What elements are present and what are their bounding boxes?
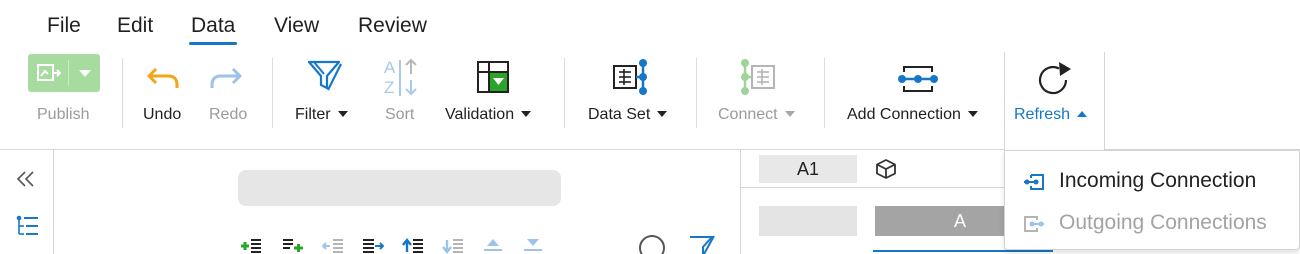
chevron-down-icon [337, 111, 348, 117]
add-row-below-icon[interactable] [282, 234, 304, 254]
sort-icon: A Z [384, 58, 420, 98]
toolbar-divider [696, 58, 697, 128]
chevron-down-icon [967, 111, 978, 117]
connect-button[interactable]: Connect [708, 48, 812, 148]
redo-button[interactable]: Redo [200, 48, 260, 148]
chevron-up-icon [1077, 111, 1088, 117]
move-down-icon[interactable] [442, 234, 464, 254]
toolbar-divider [824, 58, 825, 128]
add-row-above-icon[interactable] [240, 234, 262, 254]
redo-icon [210, 67, 242, 88]
filter-icon[interactable] [688, 234, 716, 254]
refresh-button[interactable]: Refresh [1004, 52, 1105, 151]
search-field-placeholder[interactable] [238, 170, 561, 206]
menu-file[interactable]: File [47, 14, 81, 38]
collapse-icon[interactable] [16, 170, 36, 188]
redo-label: Redo [209, 106, 248, 123]
data-set-button[interactable]: Data Set [578, 48, 686, 148]
menu-edit[interactable]: Edit [117, 14, 153, 38]
ribbon-toolbar: Publish Undo Redo Filter A Z Sort Valida… [0, 48, 1300, 150]
sort-label: Sort [385, 106, 415, 123]
sort-button[interactable]: A Z Sort [372, 48, 428, 148]
outgoing-connections-label: Outgoing Connections [1059, 211, 1267, 234]
toolbar-divider [122, 58, 123, 128]
undo-label: Undo [143, 106, 182, 123]
validation-icon [477, 61, 509, 93]
outdent-icon[interactable] [322, 234, 344, 254]
move-up-icon[interactable] [402, 234, 424, 254]
filter-button[interactable]: Filter [284, 48, 366, 148]
incoming-connection-label: Incoming Connection [1059, 169, 1257, 192]
undo-icon [147, 67, 179, 88]
data-set-icon [613, 59, 647, 95]
add-connection-label: Add Connection [847, 106, 978, 124]
data-set-label: Data Set [588, 106, 668, 124]
filter-label: Filter [295, 106, 348, 124]
circle-icon[interactable] [638, 234, 666, 254]
left-sidebar [0, 150, 54, 254]
menu-view[interactable]: View [274, 14, 319, 38]
refresh-dropdown-menu: Incoming Connection Outgoing Connections [1004, 150, 1300, 250]
connect-label: Connect [718, 106, 795, 124]
publish-button[interactable]: Publish [0, 48, 118, 148]
selection-indicator [873, 250, 1053, 254]
menu-data[interactable]: Data [188, 14, 238, 45]
chevron-down-icon [784, 111, 795, 117]
undo-button[interactable]: Undo [130, 48, 194, 148]
refresh-icon [1038, 62, 1071, 95]
connect-icon [741, 59, 775, 95]
toolbar-divider [272, 58, 273, 128]
outgoing-connection-icon [1024, 216, 1044, 232]
corner-cell[interactable] [759, 206, 857, 236]
validation-button[interactable]: Validation [436, 48, 554, 148]
cell-reference[interactable]: A1 [759, 155, 857, 183]
outline-list-icon[interactable] [16, 214, 40, 238]
add-connection-icon [898, 66, 938, 92]
indent-icon[interactable] [362, 234, 384, 254]
publish-split-button[interactable] [28, 54, 100, 92]
chevron-down-icon [657, 111, 668, 117]
toolbar-divider [564, 58, 565, 128]
chevron-down-icon [521, 111, 532, 117]
cube-icon[interactable] [875, 158, 897, 180]
incoming-connection-icon [1024, 174, 1044, 190]
expand-down-icon[interactable] [522, 234, 544, 254]
app-window: File Edit Data View Review Publish Undo … [0, 0, 1300, 254]
publish-icon [37, 64, 61, 81]
validation-label: Validation [445, 106, 532, 124]
menu-bar: File Edit Data View Review [0, 0, 1300, 48]
collapse-up-icon[interactable] [482, 234, 504, 254]
chevron-down-icon[interactable] [79, 70, 91, 77]
menu-review[interactable]: Review [358, 14, 427, 38]
refresh-label: Refresh [1014, 106, 1088, 124]
publish-label: Publish [37, 106, 90, 123]
filter-icon [307, 60, 342, 91]
add-connection-button[interactable]: Add Connection [838, 48, 998, 148]
